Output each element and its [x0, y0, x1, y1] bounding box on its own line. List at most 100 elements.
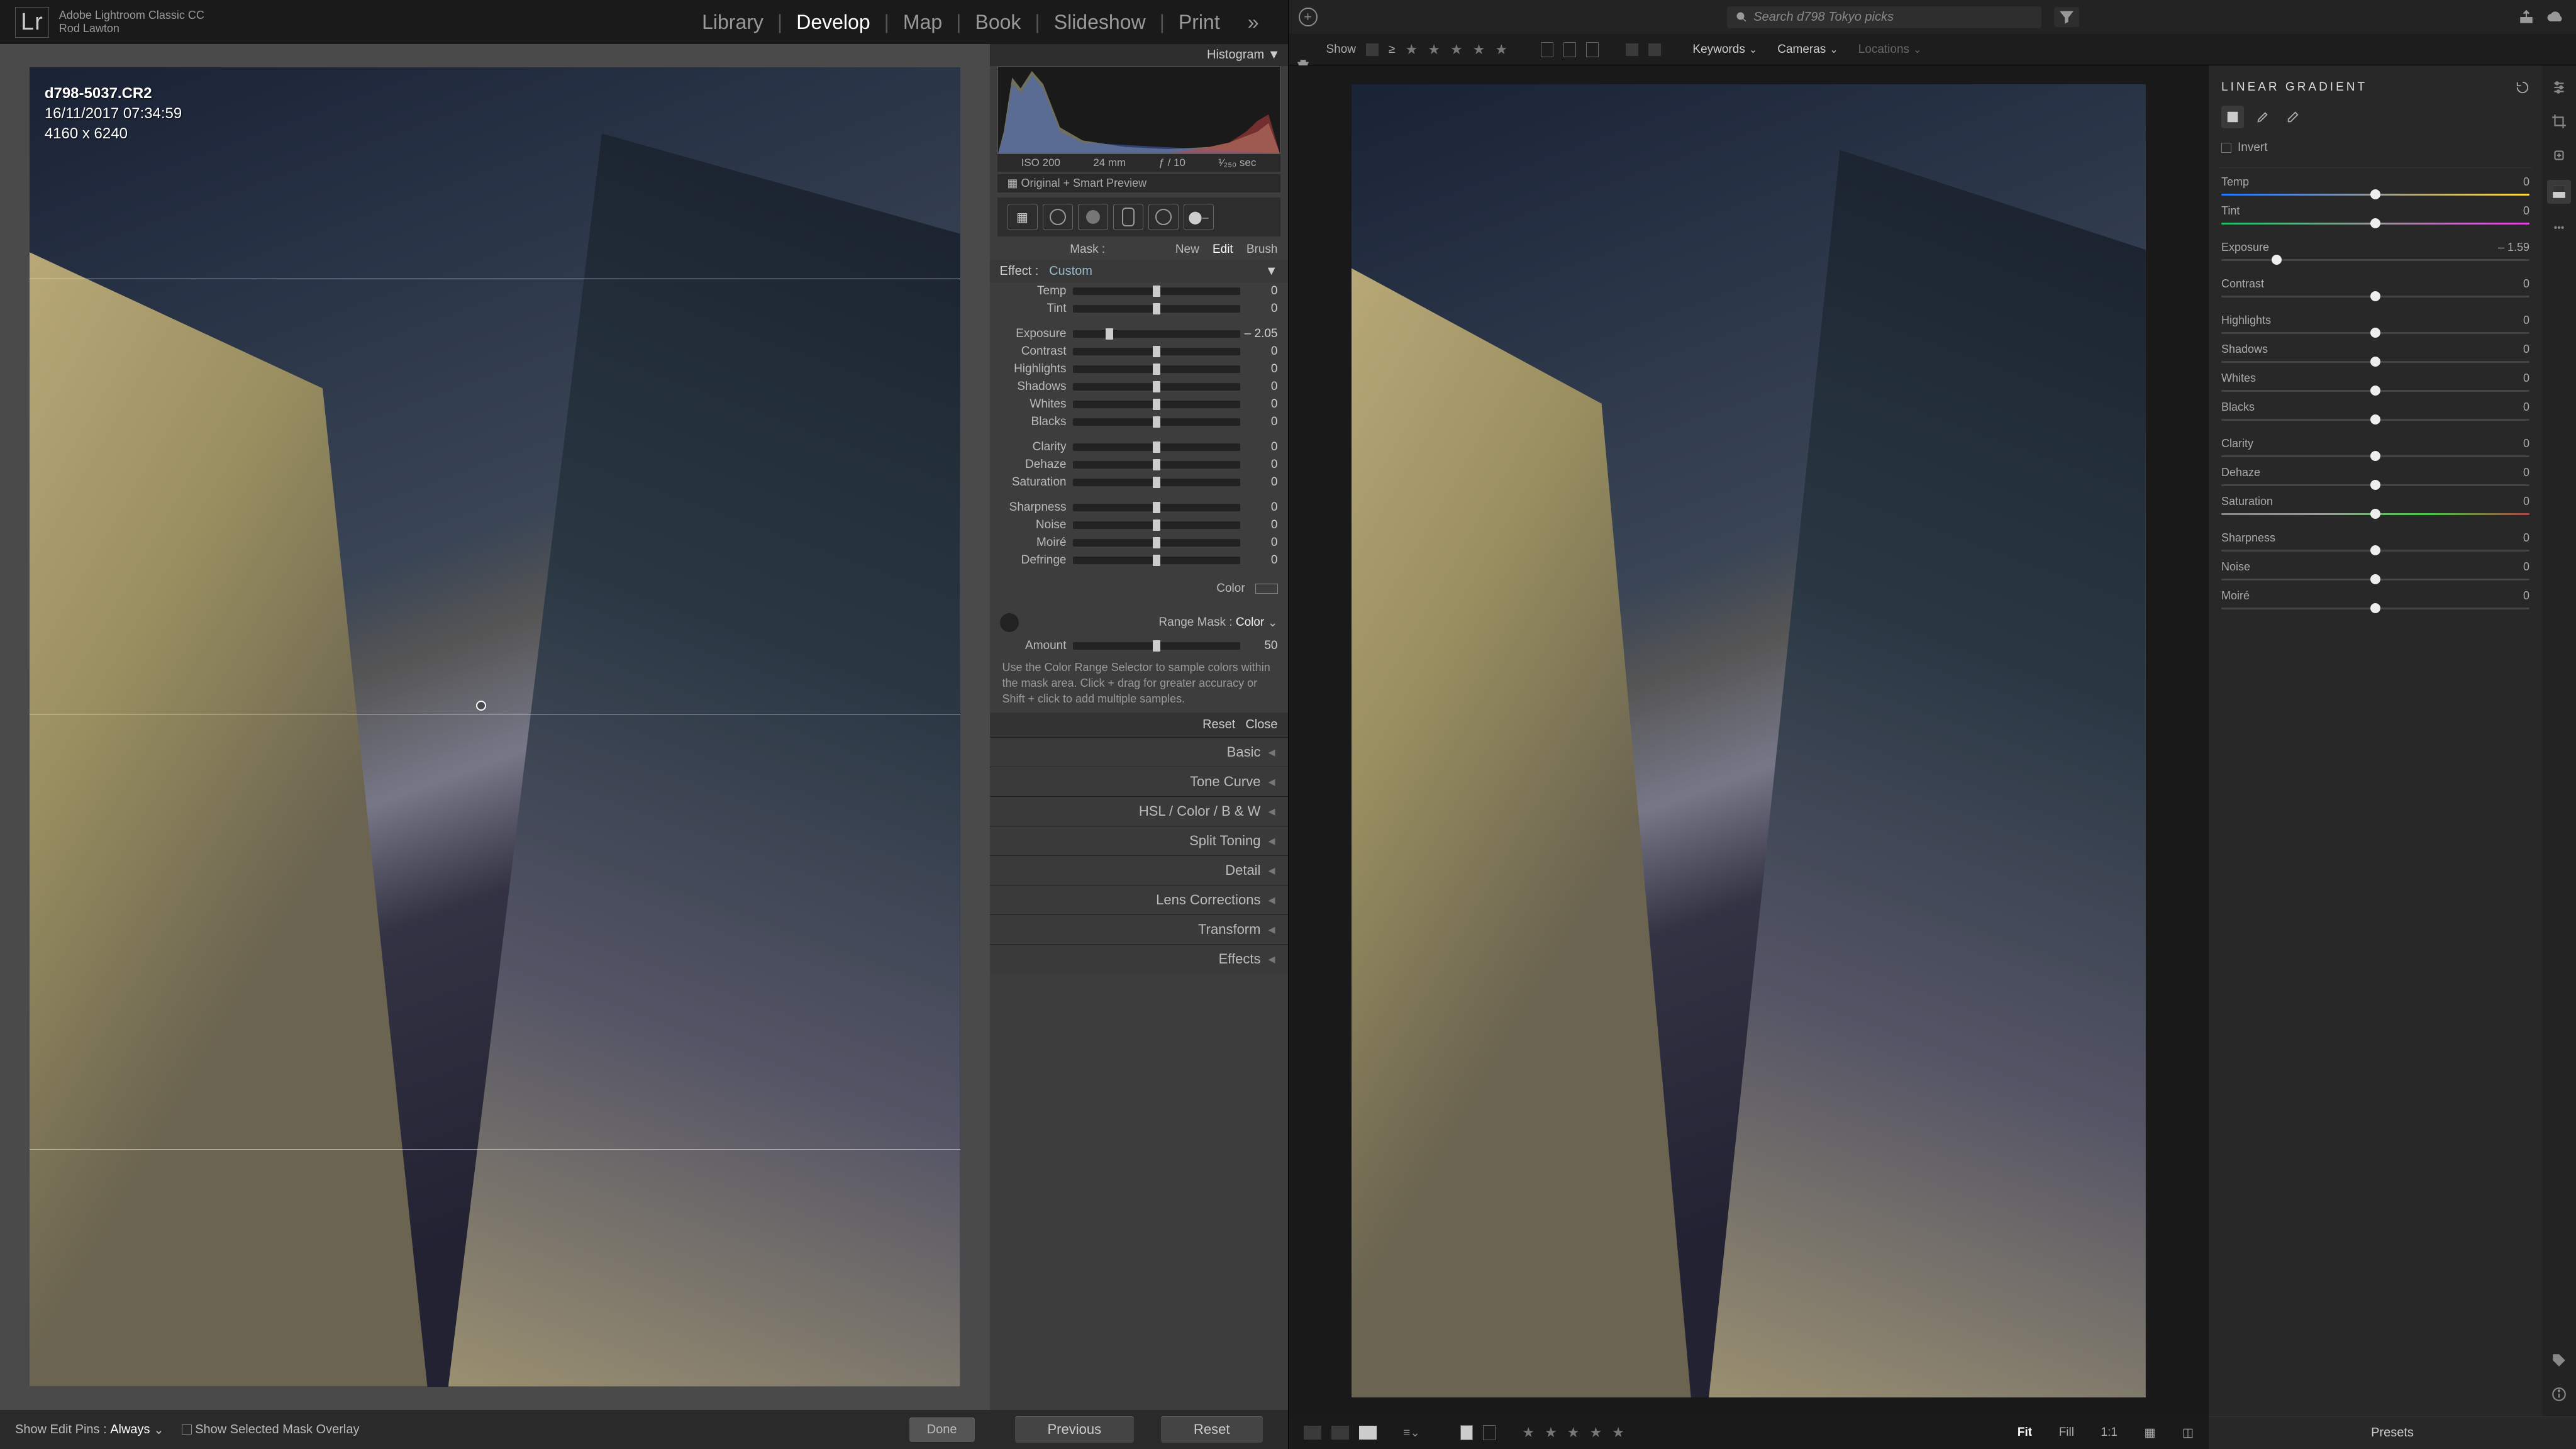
keywords-dropdown[interactable]: Keywords — [1687, 40, 1762, 59]
pins-mode[interactable]: Always — [110, 1423, 150, 1437]
cc-slider-track[interactable] — [2221, 296, 2529, 297]
rate-4[interactable]: ★ — [1590, 1424, 1602, 1441]
cc-slider-thumb[interactable] — [2370, 414, 2380, 425]
slider-dehaze[interactable]: Dehaze 0 — [990, 456, 1288, 474]
cc-slider-thumb[interactable] — [2272, 255, 2282, 265]
spot-tool[interactable] — [1043, 204, 1073, 230]
rate-5[interactable]: ★ — [1612, 1424, 1624, 1441]
slider-thumb[interactable] — [1153, 441, 1160, 453]
color-picker-row[interactable]: Color — [990, 577, 1288, 601]
previous-button[interactable]: Previous — [1015, 1416, 1135, 1443]
flag-unflagged[interactable] — [1563, 42, 1576, 57]
cc-slider-track[interactable] — [2221, 513, 2529, 515]
slider-moiré[interactable]: Moiré 0 — [990, 534, 1288, 552]
cc-slider-saturation[interactable]: Saturation0 — [2219, 487, 2532, 516]
add-photos-button[interactable]: + — [1299, 8, 1318, 26]
cc-slider-thumb[interactable] — [2370, 357, 2380, 367]
panel-tone-curve[interactable]: Tone Curve◂ — [990, 767, 1288, 796]
cc-slider-thumb[interactable] — [2370, 291, 2380, 301]
cc-slider-track[interactable] — [2221, 361, 2529, 363]
cc-slider-moiré[interactable]: Moiré0 — [2219, 582, 2532, 611]
before-after-icon[interactable]: ◫ — [2182, 1426, 2194, 1440]
done-button[interactable]: Done — [909, 1418, 975, 1442]
cc-slider-track[interactable] — [2221, 390, 2529, 392]
gradient-line-bottom[interactable] — [30, 1149, 960, 1150]
rate-2[interactable]: ★ — [1545, 1424, 1557, 1441]
mask-new[interactable]: New — [1175, 243, 1199, 256]
brush-tool[interactable]: ⬤⎯ — [1184, 204, 1214, 230]
cc-slider-thumb[interactable] — [2370, 328, 2380, 338]
slider-thumb[interactable] — [1153, 303, 1160, 314]
slider-temp[interactable]: Temp 0 — [990, 282, 1288, 300]
module-»[interactable]: » — [1234, 6, 1273, 39]
reset-all-button[interactable]: Reset — [1161, 1416, 1262, 1443]
cc-slider-track[interactable] — [2221, 223, 2529, 225]
cameras-dropdown[interactable]: Cameras — [1772, 40, 1843, 59]
type-video[interactable] — [1648, 43, 1661, 56]
grid-view-button[interactable] — [1304, 1426, 1321, 1440]
slider-thumb[interactable] — [1153, 477, 1160, 488]
slider-exposure[interactable]: Exposure – 2.05 — [990, 325, 1288, 343]
slider-whites[interactable]: Whites 0 — [990, 396, 1288, 413]
crop-tool[interactable]: ▦ — [1008, 204, 1038, 230]
module-print[interactable]: Print — [1165, 6, 1234, 39]
cc-canvas[interactable] — [1289, 65, 2209, 1416]
slider-track[interactable] — [1073, 287, 1240, 295]
cc-slider-thumb[interactable] — [2370, 386, 2380, 396]
reject-flag[interactable] — [1483, 1425, 1496, 1440]
rate-3[interactable]: ★ — [1567, 1424, 1580, 1441]
panel-hsl-color-b-w[interactable]: HSL / Color / B & W◂ — [990, 796, 1288, 826]
share-icon[interactable] — [2518, 9, 2534, 25]
slider-thumb[interactable] — [1106, 328, 1113, 340]
panel-transform[interactable]: Transform◂ — [990, 914, 1288, 944]
crop-icon[interactable] — [2550, 112, 2568, 131]
slider-track[interactable] — [1073, 521, 1240, 529]
tag-icon[interactable] — [2550, 1351, 2568, 1370]
pick-flag[interactable] — [1460, 1425, 1473, 1440]
linear-gradient-tool[interactable] — [2221, 106, 2244, 128]
heal-icon[interactable] — [2550, 146, 2568, 165]
slider-thumb[interactable] — [1153, 346, 1160, 357]
slider-defringe[interactable]: Defringe 0 — [990, 552, 1288, 569]
photo[interactable]: d798-5037.CR2 16/11/2017 07:34:59 4160 x… — [30, 67, 960, 1386]
slider-track[interactable] — [1073, 418, 1240, 426]
range-mask-row[interactable]: Range Mask : Color ⌄ — [990, 608, 1288, 637]
slider-track[interactable] — [1073, 365, 1240, 373]
mask-brush[interactable]: Brush — [1246, 243, 1278, 256]
cc-slider-track[interactable] — [2221, 608, 2529, 609]
slider-thumb[interactable] — [1153, 364, 1160, 375]
slider-noise[interactable]: Noise 0 — [990, 516, 1288, 534]
slider-track[interactable] — [1073, 348, 1240, 355]
search-box[interactable]: Search d798 Tokyo picks — [1727, 6, 2041, 28]
effect-header[interactable]: Effect : Custom ▼ — [990, 260, 1288, 282]
cc-slider-whites[interactable]: Whites0 — [2219, 364, 2532, 393]
cc-photo[interactable] — [1352, 84, 2146, 1397]
cc-slider-exposure[interactable]: Exposure– 1.59 — [2219, 233, 2532, 262]
more-icon[interactable]: ••• — [2550, 219, 2568, 238]
panel-lens-corrections[interactable]: Lens Corrections◂ — [990, 885, 1288, 914]
slider-thumb[interactable] — [1153, 459, 1160, 470]
eraser-tool[interactable] — [2282, 106, 2304, 128]
overlay-checkbox[interactable] — [182, 1424, 192, 1435]
cc-slider-track[interactable] — [2221, 484, 2529, 486]
amount-track[interactable] — [1073, 642, 1240, 650]
color-swatch[interactable] — [1255, 584, 1278, 594]
square-view-button[interactable] — [1331, 1426, 1349, 1440]
cc-slider-noise[interactable]: Noise0 — [2219, 553, 2532, 582]
filter-button[interactable] — [2054, 7, 2079, 27]
slider-thumb[interactable] — [1153, 555, 1160, 566]
module-book[interactable]: Book — [961, 6, 1035, 39]
cc-slider-thumb[interactable] — [2370, 451, 2380, 461]
reset-button[interactable]: Reset — [1202, 718, 1235, 732]
star-1[interactable]: ★ — [1405, 42, 1418, 58]
cc-slider-sharpness[interactable]: Sharpness0 — [2219, 524, 2532, 553]
panel-split-toning[interactable]: Split Toning◂ — [990, 826, 1288, 855]
redeye-tool[interactable] — [1078, 204, 1108, 230]
rate-1[interactable]: ★ — [1522, 1424, 1535, 1441]
cc-slider-track[interactable] — [2221, 419, 2529, 421]
compare-icon[interactable]: ▦ — [2145, 1426, 2156, 1440]
fit-button[interactable]: Fit — [2018, 1426, 2032, 1440]
cc-slider-temp[interactable]: Temp0 — [2219, 168, 2532, 197]
slider-thumb[interactable] — [1153, 399, 1160, 410]
slider-track[interactable] — [1073, 539, 1240, 547]
